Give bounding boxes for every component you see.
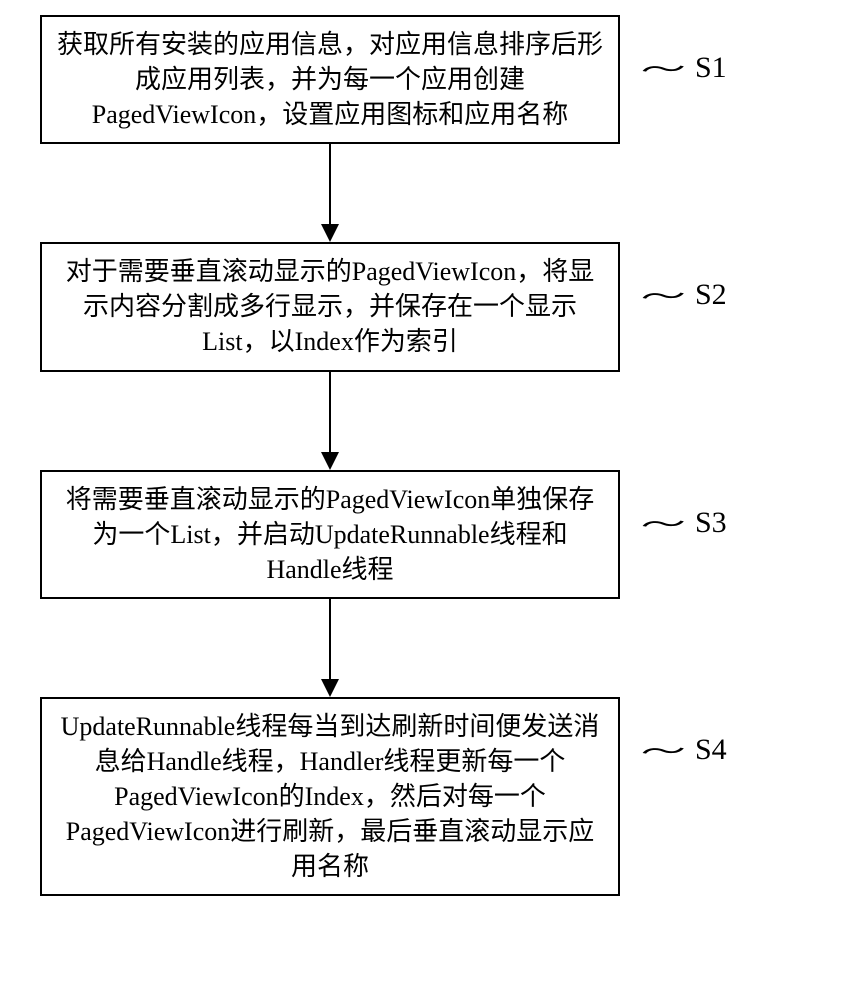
flow-step-label: S1	[695, 51, 727, 85]
arrow-line	[329, 599, 331, 679]
flow-arrow	[40, 144, 620, 242]
flow-step-label: S2	[695, 278, 727, 312]
flow-step-box: 将需要垂直滚动显示的PagedViewIcon单独保存为一个List，并启动Up…	[40, 470, 620, 599]
connector-tilde-icon: 〜	[636, 277, 688, 313]
flow-step-row: 获取所有安装的应用信息，对应用信息排序后形成应用列表，并为每一个应用创建Page…	[40, 15, 820, 144]
flow-step-row: UpdateRunnable线程每当到达刷新时间便发送消息给Handle线程，H…	[40, 697, 820, 896]
arrow-head-icon	[321, 224, 339, 242]
flow-step-label: S3	[695, 506, 727, 540]
connector-tilde-icon: 〜	[636, 50, 688, 86]
flow-step-box: 对于需要垂直滚动显示的PagedViewIcon，将显示内容分割成多行显示，并保…	[40, 242, 620, 371]
arrow-line	[329, 372, 331, 452]
connector-tilde-icon: 〜	[636, 505, 688, 541]
arrow-head-icon	[321, 452, 339, 470]
flowchart-container: 获取所有安装的应用信息，对应用信息排序后形成应用列表，并为每一个应用创建Page…	[40, 15, 820, 896]
flow-step-label-col: 〜 S2	[620, 242, 727, 328]
flow-step-box: 获取所有安装的应用信息，对应用信息排序后形成应用列表，并为每一个应用创建Page…	[40, 15, 620, 144]
flow-step-box: UpdateRunnable线程每当到达刷新时间便发送消息给Handle线程，H…	[40, 697, 620, 896]
flow-step-label-col: 〜 S4	[620, 697, 727, 783]
flow-step-label-col: 〜 S1	[620, 15, 727, 101]
flow-step-row: 对于需要垂直滚动显示的PagedViewIcon，将显示内容分割成多行显示，并保…	[40, 242, 820, 371]
flow-step-text: UpdateRunnable线程每当到达刷新时间便发送消息给Handle线程，H…	[61, 712, 600, 881]
flow-step-text: 将需要垂直滚动显示的PagedViewIcon单独保存为一个List，并启动Up…	[66, 485, 595, 584]
flow-step-label-col: 〜 S3	[620, 470, 727, 556]
flow-arrow	[40, 599, 620, 697]
flow-step-label: S4	[695, 733, 727, 767]
flow-arrow	[40, 372, 620, 470]
arrow-line	[329, 144, 331, 224]
flow-step-text: 对于需要垂直滚动显示的PagedViewIcon，将显示内容分割成多行显示，并保…	[66, 257, 595, 356]
flow-step-text: 获取所有安装的应用信息，对应用信息排序后形成应用列表，并为每一个应用创建Page…	[57, 30, 603, 129]
connector-tilde-icon: 〜	[636, 732, 688, 768]
flow-step-row: 将需要垂直滚动显示的PagedViewIcon单独保存为一个List，并启动Up…	[40, 470, 820, 599]
arrow-head-icon	[321, 679, 339, 697]
